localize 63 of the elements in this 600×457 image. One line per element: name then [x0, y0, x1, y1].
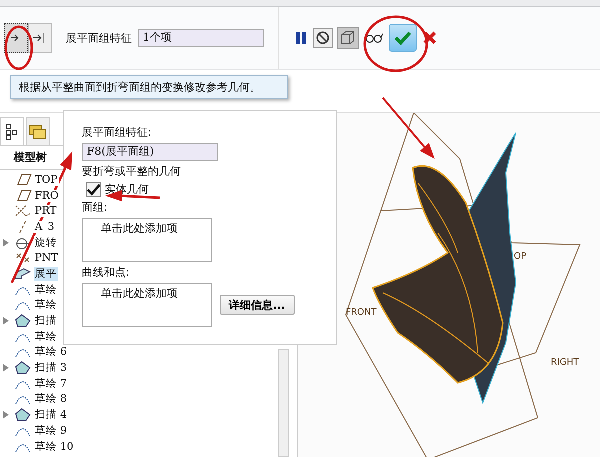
sweep-feature-icon: [14, 361, 32, 376]
annotation-circle: [4, 26, 34, 70]
no-entry-icon: [316, 31, 330, 45]
cancel-button[interactable]: [421, 29, 439, 47]
tooltip: 根据从平整曲面到折弯面组的变换修改参考几何。: [10, 75, 288, 99]
tree-item[interactable]: 草绘 7: [34, 376, 68, 391]
datum-label: RIGHT: [551, 358, 580, 368]
arrow-icon: [11, 34, 21, 42]
step-to-end-button[interactable]: [28, 23, 52, 53]
quilts-label: 面组:: [82, 200, 108, 215]
sweep-feature-icon: [14, 408, 32, 422]
feature-collector-field[interactable]: 1个项: [138, 29, 264, 47]
tree-item[interactable]: PRT: [34, 205, 58, 218]
tree-item[interactable]: 展平: [34, 266, 58, 281]
tree-item[interactable]: 草绘 6: [34, 345, 68, 360]
tree-item[interactable]: 扫描 4: [34, 408, 68, 422]
curves-points-label: 曲线和点:: [82, 265, 130, 280]
datum-label: OP: [514, 252, 527, 262]
expand-triangle-icon[interactable]: [3, 411, 9, 420]
annotation-arrow: [382, 97, 435, 160]
tree-tab[interactable]: [0, 117, 24, 145]
tree-item[interactable]: 草绘: [34, 330, 58, 344]
datum-label: FRONT: [346, 308, 377, 318]
cube-icon: [340, 30, 356, 46]
tree-item[interactable]: 扫描: [34, 314, 58, 328]
expand-triangle-icon[interactable]: [3, 317, 9, 326]
tree-item[interactable]: 草绘 10: [34, 440, 75, 454]
annotation-circle: [364, 16, 428, 72]
feature-label: 展平面组特征: [66, 30, 132, 46]
tree-item[interactable]: A_3: [34, 220, 56, 233]
glasses-icon: [365, 32, 383, 44]
tree-item[interactable]: 草绘: [34, 282, 58, 297]
feature-label: 展平面组特征:: [82, 125, 152, 140]
tree-item[interactable]: 草绘 9: [34, 424, 68, 438]
pause-icon: [295, 31, 307, 45]
sweep-feature-icon: [14, 314, 32, 328]
curves-points-collector[interactable]: 单击此处添加项: [82, 283, 212, 327]
pause-button[interactable]: [293, 29, 309, 47]
tree-item[interactable]: PNT: [34, 252, 60, 264]
scrollbar[interactable]: [278, 349, 289, 457]
quilts-collector[interactable]: 单击此处添加项: [82, 218, 212, 262]
tree-item[interactable]: 旋转: [34, 236, 58, 250]
expand-triangle-icon[interactable]: [3, 238, 9, 247]
tree-item[interactable]: 草绘 8: [34, 392, 68, 406]
flatten-feature-icon: [14, 266, 32, 281]
feature-field[interactable]: F8(展平面组): [82, 143, 218, 161]
csys-feature-icon: [14, 204, 32, 218]
folders-icon: [29, 124, 47, 140]
checkmark-icon: [394, 31, 412, 45]
tree-item[interactable]: 草绘: [34, 298, 58, 312]
tree-item[interactable]: TOP: [34, 174, 59, 186]
no-entry-button[interactable]: [313, 28, 333, 48]
expand-triangle-icon[interactable]: [3, 364, 9, 372]
arrow-to-bar-icon: [33, 33, 47, 43]
solid-geometry-checkbox[interactable]: [86, 182, 101, 197]
tree-item[interactable]: 扫描 3: [34, 361, 68, 376]
close-icon: [423, 31, 437, 45]
folder-tab[interactable]: [26, 117, 50, 145]
tree-structure-icon: [6, 124, 18, 140]
preview-button[interactable]: [337, 27, 359, 49]
details-button[interactable]: 详细信息...: [220, 295, 295, 315]
revolve-feature-icon: [14, 236, 32, 250]
tree-item[interactable]: FRO: [34, 190, 60, 202]
